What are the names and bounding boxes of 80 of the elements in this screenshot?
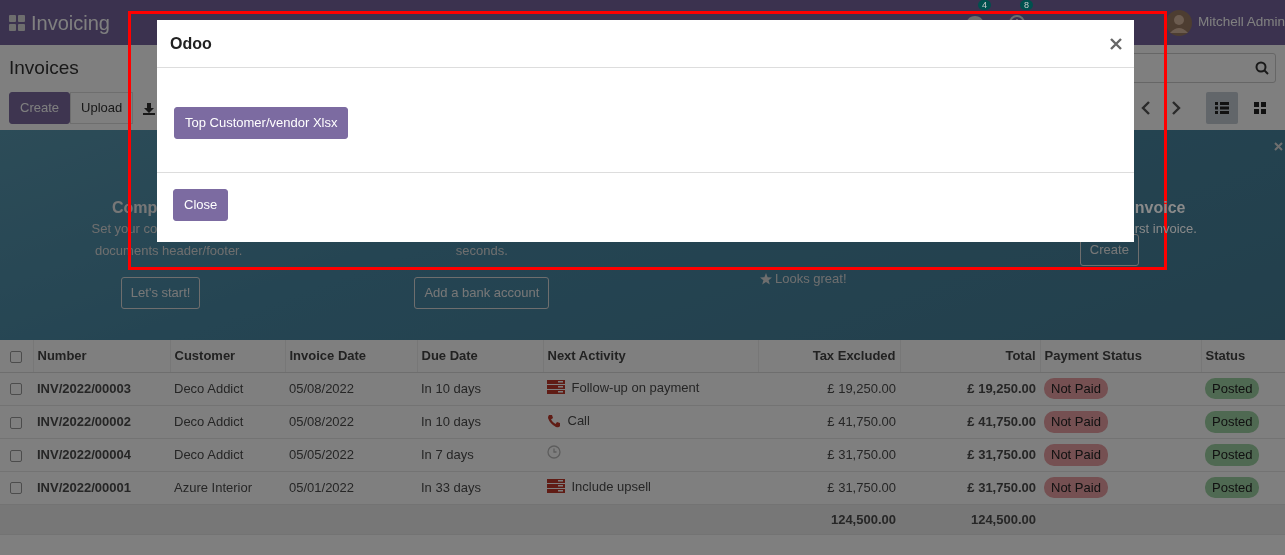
clock-icon[interactable] [547, 445, 561, 459]
table-cell: £ 19,250.00 [900, 372, 1040, 406]
activity-summary: Include upsell [571, 477, 651, 496]
column-header[interactable]: Tax Excluded [758, 340, 900, 372]
activity-summary: Follow-up on payment [571, 378, 700, 397]
view-switch-button[interactable] [1205, 92, 1238, 124]
table-cell: £ 31,750.00 [900, 471, 1040, 505]
column-header[interactable]: Due Date [417, 340, 543, 372]
column-header[interactable]: Next Activity [543, 340, 758, 372]
row-checkbox[interactable] [10, 449, 22, 462]
table-cell: 05/08/2022 [285, 405, 417, 439]
column-header[interactable]: Number [33, 340, 170, 372]
table-cell: Deco Addict [170, 372, 285, 406]
payment-status-badge: Not Paid [1044, 411, 1108, 433]
total-cell: 124,500.00 [758, 504, 900, 535]
table-cell: In 10 days [417, 372, 543, 406]
table-cell: 05/05/2022 [285, 438, 417, 471]
table-cell: In 7 days [417, 438, 543, 471]
close-button[interactable]: Close [173, 189, 229, 221]
column-header[interactable]: Total [900, 340, 1040, 372]
table-cell: £ 31,750.00 [758, 438, 900, 471]
select-all-checkbox[interactable] [10, 350, 22, 363]
upload-button[interactable]: Upload [70, 92, 134, 124]
status-badge: Posted [1205, 377, 1260, 400]
column-header[interactable]: Payment Status [1040, 340, 1201, 372]
column-header[interactable]: Customer [170, 340, 285, 372]
page-title: Invoices [9, 55, 79, 80]
total-cell: 124,500.00 [900, 504, 1040, 535]
column-header[interactable]: Invoice Date [285, 340, 417, 372]
task-list-icon[interactable] [547, 380, 565, 395]
star-icon [759, 273, 772, 285]
table-cell: INV/2022/00004 [33, 438, 170, 471]
phone-icon[interactable] [547, 413, 561, 428]
table-cell: Deco Addict [170, 438, 285, 471]
status-badge: Posted [1205, 411, 1260, 433]
table-cell: £ 41,750.00 [758, 405, 900, 439]
next-icon[interactable] [1171, 101, 1181, 115]
count-badge: 4 [977, 0, 991, 10]
row-checkbox[interactable] [10, 383, 22, 396]
payment-status-badge: Not Paid [1044, 476, 1108, 499]
count-badge: 8 [1019, 0, 1033, 10]
previous-icon[interactable] [1140, 101, 1151, 115]
list-icon [1214, 102, 1229, 114]
status-badge: Posted [1205, 476, 1260, 499]
app-name: Invoicing [31, 10, 110, 36]
table-cell: £ 31,750.00 [900, 438, 1040, 471]
table-cell: 05/01/2022 [285, 471, 417, 505]
table-cell: 05/08/2022 [285, 372, 417, 406]
table-cell: INV/2022/00003 [33, 372, 170, 406]
table-cell: INV/2022/00002 [33, 405, 170, 439]
table-cell: £ 31,750.00 [758, 471, 900, 505]
step-button[interactable]: Add a bank account [414, 277, 550, 309]
table-cell: Azure Interior [170, 471, 285, 505]
done-text: Looks great! [774, 270, 847, 288]
table-cell: In 33 days [417, 471, 543, 505]
download-icon [143, 102, 156, 115]
table-cell: £ 19,250.00 [758, 372, 900, 406]
step-description: seconds. [455, 242, 508, 260]
status-badge: Posted [1205, 444, 1260, 466]
avatar[interactable] [1165, 9, 1192, 36]
row-checkbox[interactable] [10, 416, 22, 429]
user-name[interactable]: Mitchell Admin [1197, 12, 1285, 33]
column-header[interactable]: Status [1201, 340, 1285, 372]
table-cell: £ 41,750.00 [900, 405, 1040, 439]
activity-summary: Call [567, 411, 590, 430]
table-cell: Deco Addict [170, 405, 285, 439]
search-icon [1255, 61, 1269, 75]
close-icon[interactable] [1110, 37, 1122, 50]
grid-icon [1254, 102, 1266, 114]
table-cell: In 10 days [417, 405, 543, 439]
dialog-title: Odoo [170, 33, 212, 54]
export-button[interactable]: Top Customer/vendor Xlsx [174, 107, 349, 139]
create-button[interactable]: Create [9, 92, 71, 124]
task-list-icon[interactable] [547, 479, 565, 494]
payment-status-badge: Not Paid [1044, 377, 1108, 400]
step-button[interactable]: Let's start! [120, 277, 201, 309]
table-cell: INV/2022/00001 [33, 471, 170, 505]
apps-menu-icon[interactable] [9, 14, 25, 31]
payment-status-badge: Not Paid [1044, 444, 1108, 466]
row-checkbox[interactable] [10, 482, 22, 495]
